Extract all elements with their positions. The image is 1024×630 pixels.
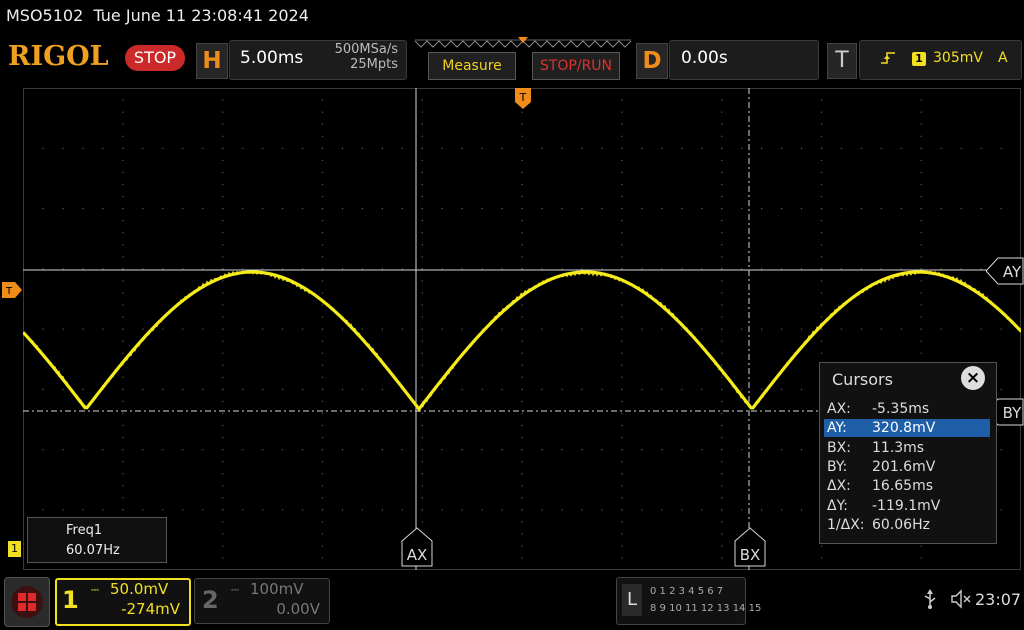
channel2-scale: 100mV <box>250 580 304 598</box>
horizontal-menu-button[interactable]: H <box>196 43 228 79</box>
svg-text:AY: AY <box>1003 263 1022 281</box>
grid-menu-icon <box>11 586 43 618</box>
cursor-row[interactable]: 1/ΔX: 60.06Hz <box>824 516 990 534</box>
system-clock: 23:07 <box>975 590 1022 609</box>
channel1-scale: 50.0mV <box>110 580 169 598</box>
cursor-row[interactable]: ΔY: -119.1mV <box>824 497 990 515</box>
channel1-number: 1 <box>62 586 79 614</box>
channel2-offset: 0.00V <box>276 600 320 618</box>
cursor-row-value: -119.1mV <box>872 497 941 514</box>
cursor-row-key: AY: <box>827 420 847 437</box>
measurement-label: Freq1 <box>66 523 103 538</box>
delay-menu-button[interactable]: D <box>636 43 668 79</box>
trigger-level-marker[interactable]: T <box>2 282 22 298</box>
cursor-row[interactable]: AY: 320.8mV <box>824 419 990 438</box>
cursor-row-key: BY: <box>827 458 848 475</box>
cursor-row[interactable]: BX: 11.3ms <box>824 439 990 457</box>
trigger-source-badge: 1 <box>912 52 926 66</box>
svg-text:AX: AX <box>407 546 428 564</box>
svg-text:T: T <box>5 286 13 297</box>
stop-run-button[interactable]: STOP/RUN <box>532 52 620 80</box>
memory-depth: 25Mpts <box>350 57 398 72</box>
trigger-level: 305mV <box>933 50 983 66</box>
cursor-row-key: ΔY: <box>827 497 848 514</box>
acquisition-info: 500MSa/s 25Mpts <box>322 42 398 72</box>
dc-coupling-icon: ⎓ <box>91 585 99 596</box>
cursor-row[interactable]: BY: 201.6mV <box>824 458 990 476</box>
cursor-row-key: AX: <box>827 401 851 417</box>
cursor-bx-label[interactable]: BX <box>734 527 766 567</box>
svg-text:T: T <box>519 91 527 104</box>
logic-channels-low: 0 1 2 3 4 5 6 7 <box>650 586 724 597</box>
main-menu-button[interactable] <box>4 577 50 627</box>
cursor-row-key: ΔX: <box>827 478 851 495</box>
cursor-row-value: 201.6mV <box>872 458 936 475</box>
cursor-row-value: 60.06Hz <box>872 516 930 533</box>
logic-analyzer-letter: L <box>622 584 642 616</box>
cursor-row-value: -5.35ms <box>872 401 930 417</box>
logic-channels-high: 8 9 10 11 12 13 14 15 <box>650 603 762 614</box>
delay-value: 0.00s <box>681 48 728 68</box>
measurement-value: 60.07Hz <box>66 543 120 558</box>
cursor-row-key: 1/ΔX: <box>827 516 865 533</box>
status-title: MSO5102 Tue June 11 23:08:41 2024 <box>6 6 309 25</box>
channel2-number: 2 <box>202 586 219 614</box>
dc-coupling-icon: ⎓ <box>231 585 239 596</box>
cursor-row-value: 16.65ms <box>872 478 934 495</box>
cursor-ay-label[interactable]: AY <box>986 257 1024 285</box>
trigger-menu-button[interactable]: T <box>827 43 857 79</box>
cursor-ax-label[interactable]: AX <box>401 527 433 567</box>
cursors-title: Cursors <box>832 370 893 389</box>
svg-text:BY: BY <box>1003 404 1022 422</box>
usb-icon <box>922 589 938 613</box>
trigger-mode: A <box>998 50 1008 66</box>
time-base-value: 5.00ms <box>240 48 304 68</box>
rising-edge-icon <box>880 50 896 70</box>
waveform-navigator[interactable] <box>413 37 633 49</box>
channel1-ground-marker[interactable]: 1 <box>8 541 21 557</box>
cursor-row[interactable]: AX: -5.35ms <box>824 400 990 418</box>
trigger-time-marker[interactable]: T <box>514 88 532 110</box>
measure-button[interactable]: Measure <box>428 52 516 80</box>
run-state-badge[interactable]: STOP <box>125 45 185 71</box>
brand-logo: RIGOL <box>8 41 109 72</box>
svg-text:BX: BX <box>740 546 761 564</box>
close-icon[interactable]: × <box>961 366 985 390</box>
cursor-row[interactable]: ΔX: 16.65ms <box>824 477 990 495</box>
cursor-row-key: BX: <box>827 439 851 456</box>
channel1-offset: -274mV <box>121 600 180 618</box>
cursor-row-value: 320.8mV <box>872 420 936 437</box>
sample-rate: 500MSa/s <box>334 42 398 57</box>
cursor-row-value: 11.3ms <box>872 439 925 456</box>
speaker-muted-icon[interactable] <box>950 589 972 613</box>
